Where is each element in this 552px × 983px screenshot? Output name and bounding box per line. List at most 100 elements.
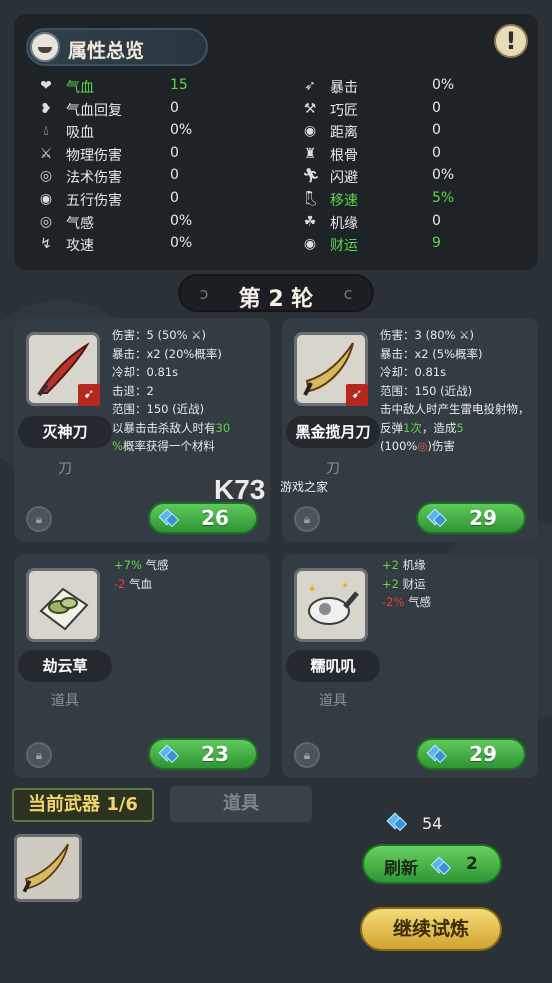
hammer-icon: ⚒ [303,100,317,117]
stat-line: 范围：150 (近战) [380,383,473,398]
gem-icon [158,508,178,528]
modifier-line: +2 机缘 [382,558,426,572]
attribute-value: 0 [432,212,441,229]
attribute-row: ◉ 五行伤害 0 [38,189,268,211]
item-description: 伤害：5 (50% ⚔) 暴击：x2 (20%概率) 冷却：0.81s 击退：2… [112,326,268,456]
gem-balance-value: 54 [422,814,443,833]
attribute-value: 0 [432,99,441,116]
tab-current-weapon[interactable]: 当前武器 1/6 [12,788,154,822]
refresh-button[interactable]: 刷新 2 [362,844,502,884]
attribute-title: 属性总览 [68,40,145,62]
sword-icon: ⚔ [39,145,53,162]
price-value: 23 [201,742,229,766]
refresh-cost: 2 [466,854,478,874]
attribute-row: ↯ 攻速 0% [38,234,268,256]
attribute-name: 财运 [330,238,358,255]
attribute-row: ◎ 法术伤害 0 [38,166,268,188]
price-value: 29 [469,742,497,766]
attribute-value: 0 [170,144,179,161]
modifier-line: -2% 气感 [382,595,432,609]
attribute-row: ◉ 距离 0 [302,121,532,143]
stat-line: 伤害：5 (50% ⚔) [112,328,206,342]
equipped-weapon-slot[interactable] [14,834,82,902]
attribute-name: 吸血 [66,125,94,142]
continue-trial-button[interactable]: 继续试炼 [360,907,502,951]
price-value: 29 [469,506,497,530]
item-name: 糯叽叽 [286,650,380,682]
effect-text: 击中敌人时产生雷电投射物，反弹1次，造成5 (100%◎)伤害 [380,402,530,453]
attribute-row: ⚒ 巧匠 0 [302,99,532,121]
luck-icon: ☘ [303,213,317,230]
attribute-row: ⚔ 物理伤害 0 [38,144,268,166]
item-description: 伤害：3 (80% ⚔) 暴击：x2 (5%概率) 冷却：0.81s 范围：15… [380,326,536,456]
tab-items[interactable]: 道具 [170,786,312,822]
buy-button[interactable]: 29 [416,502,526,534]
attribute-value: 0 [170,190,179,206]
spiral-icon: ◎ [417,439,428,453]
attribute-value: 0 [170,99,179,116]
gem-icon [426,744,446,764]
svg-text:✦: ✦ [341,581,349,592]
shop-card-item-2[interactable]: ✦ ✦ 糯叽叽 道具 +2 机缘 +2 财运 -2% 气感 🔒︎ 29 [282,554,538,778]
item-name: 灭神刀 [18,416,112,448]
attribute-value: 9 [432,235,441,252]
shop-card-item-1[interactable]: 劫云草 道具 +7% 气感 -2 气血 🔒︎ 23 [14,554,270,778]
stat-line: 暴击：x2 (20%概率) [112,346,222,361]
attribute-name: 气血 [66,80,94,96]
attribute-name: 气血回复 [66,102,122,119]
gem-icon [426,508,446,528]
stat-line: 暴击：x2 (5%概率) [380,346,483,361]
attribute-name: 法术伤害 [66,170,122,187]
attribute-row: ☘ 机缘 0 [302,212,532,234]
attribute-name: 暴击 [330,80,358,96]
attribute-value: 0% [170,212,193,229]
spiral-icon: ◎ [39,168,53,185]
item-modifiers: +7% 气感 -2 气血 [114,556,270,593]
swirl-right-icon: c [343,284,353,303]
attribute-value: 0% [170,122,193,139]
attack-speed-icon: ↯ [40,236,52,253]
attribute-value: 0 [432,144,441,161]
saber-icon: ➹ [26,332,100,406]
modifier-line: +2 财运 [382,576,426,591]
lock-icon[interactable]: 🔒︎ [26,506,52,532]
boot-icon: 👢︎ [302,191,320,207]
attribute-row: 🏃︎ 闪避 0% [302,166,532,188]
stat-line: 冷却：0.81s [380,365,447,379]
five-elements-icon: ◉ [39,191,53,207]
weapon-type-badge-icon: ➹ [346,384,368,406]
item-name: 黑金揽月刀 [286,416,380,448]
buy-button[interactable]: 29 [416,738,526,770]
item-name: 劫云草 [18,650,112,682]
heart-regen-icon: ❥ [40,100,52,117]
info-alert-icon[interactable]: ! [494,24,528,58]
target-icon: ◉ [303,123,317,140]
attribute-name: 气感 [66,215,94,232]
lock-icon[interactable]: 🔒︎ [26,742,52,768]
item-modifiers: +2 机缘 +2 财运 -2% 气感 [382,556,538,612]
gem-icon [386,812,406,832]
attribute-value: 0% [170,235,193,252]
item-category: 道具 [319,693,347,709]
gem-icon [158,744,178,764]
attribute-name: 物理伤害 [66,147,122,164]
buy-button[interactable]: 23 [148,738,258,770]
lock-icon[interactable]: 🔒︎ [294,742,320,768]
stat-line: 范围：150 (近战) [112,402,205,416]
svg-text:✦: ✦ [307,582,317,596]
spoon-dumpling-icon: ✦ ✦ [294,568,368,642]
attribute-row: ❥ 气血回复 0 [38,99,268,121]
stat-line: 击退：2 [112,383,154,398]
attribute-value: 0% [432,167,455,184]
attribute-row: ◉ 财运 9 [302,234,532,256]
modifier-line: -2 气血 [114,576,153,591]
fortune-icon: ◉ [303,236,317,253]
attribute-row: ◎ 气感 0% [38,212,268,234]
attribute-title-pill: 属性总览 [26,28,208,66]
attribute-row: ❤ 气血 15 [38,76,268,98]
crescent-blade-icon: ➹ [294,332,368,406]
blood-drop-icon: 💧︎ [43,123,49,140]
refresh-label: 刷新 [384,859,418,879]
crescent-blade-icon [22,843,69,893]
attribute-value: 0 [170,167,179,184]
